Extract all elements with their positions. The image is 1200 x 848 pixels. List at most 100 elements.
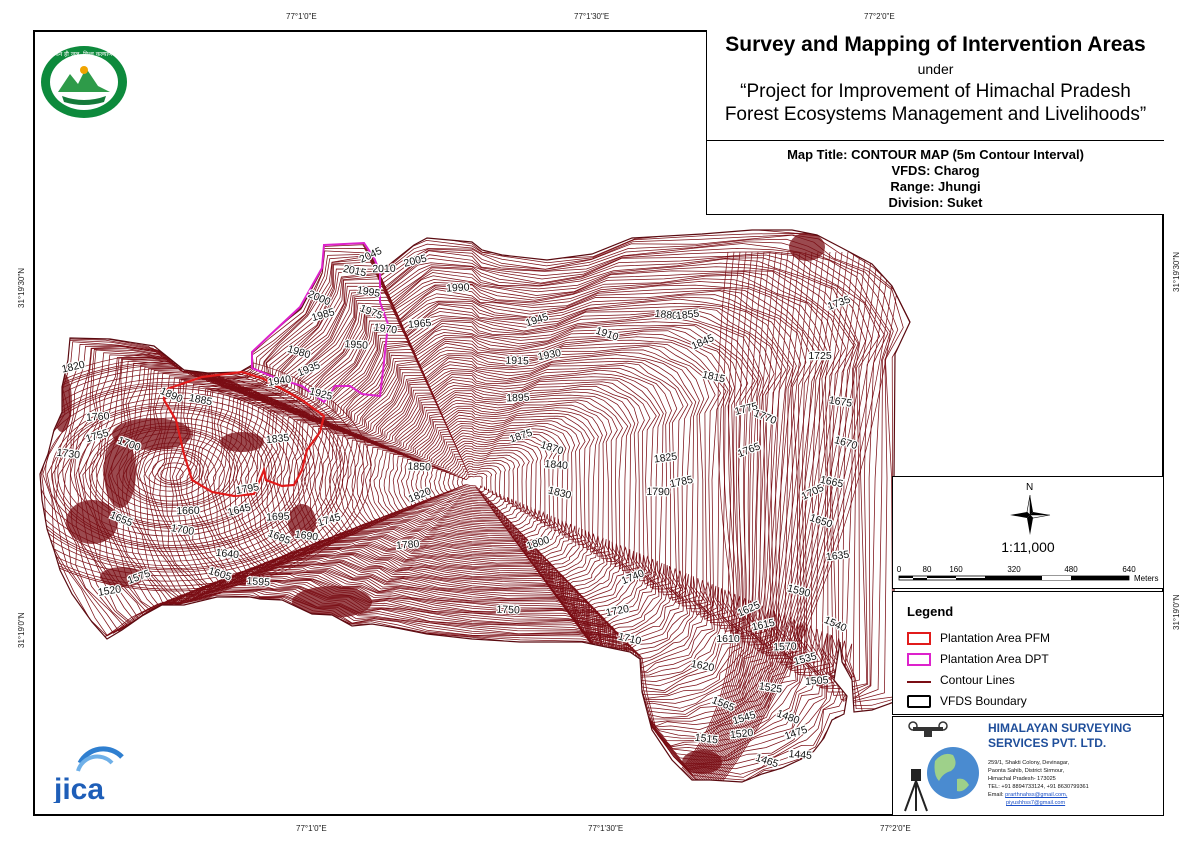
scale-tick-640: 640 [1122,565,1136,574]
coord-right-1: 31°19'30"N [1172,251,1181,292]
contour-label: 1770 [752,407,778,427]
contour-label: 1520 [97,583,122,599]
contour-label: 1610 [716,633,740,645]
contour-label: 1915 [505,355,529,368]
contour-line [79,257,866,748]
coord-left-1: 31°19'30"N [17,267,26,308]
legend-item-pfm: Plantation Area PFM [907,630,1157,648]
email-link-2[interactable]: piyushhss7@gmail.com [1006,800,1065,806]
contour-label: 1850 [407,460,431,473]
contour-line [157,462,192,484]
contour-line [138,290,807,709]
scale-box: N 1:11,000 0 80 160 320 480 640 Meters [892,476,1164,589]
contour-label: 1640 [215,547,240,561]
contour-label: 1570 [773,641,797,654]
scale-tick-320: 320 [1007,565,1021,574]
email-line-2: piyushhss7@gmail.com [988,799,1089,807]
coord-left-2: 31°19'0"N [17,612,26,648]
coord-right-2: 31°19'0"N [1172,594,1181,630]
division-line: Division: Suket [888,195,983,210]
contour-line [129,448,209,497]
scale-tick-80: 80 [922,565,932,574]
steep-slope-patch [66,500,118,544]
contour-line [135,449,204,492]
legend-swatch-contours [907,681,931,683]
coord-bottom-1: 77°1'0"E [296,824,327,833]
coord-bottom-3: 77°2'0"E [880,824,911,833]
forest-logo-text: वन ही जल, विश्व कल्याण [56,50,114,58]
contour-line [109,274,832,727]
scale-bar [898,575,1130,581]
legend-item-contours: Contour Lines [907,672,1157,690]
map-title-line: Map Title: CONTOUR MAP (5m Contour Inter… [787,147,1084,162]
steep-slope-patch [292,586,372,618]
contour-label: 1965 [408,317,432,331]
contour-label: 1735 [826,293,852,312]
contour-label: 1595 [246,575,270,589]
contour-label: 1785 [669,474,694,491]
email-label: Email: [988,792,1004,798]
contour-label: 1830 [547,484,573,501]
jica-text: jica [53,773,104,803]
contour-label: 1875 [508,427,534,446]
contour-label: 1475 [783,724,809,743]
legend-swatch-vfds [907,695,931,708]
forest-department-logo: वन ही जल, विश्व कल्याण [41,46,127,118]
address-line-4: TEL: +91 8894733124, +91 8630799361 [988,784,1089,790]
contour-label: 1525 [758,680,783,696]
jica-logo: jica [53,746,124,803]
contour-label: 1750 [496,604,520,617]
address-line-1: 259/1, Shakti Colony, Devinagar, [988,760,1070,766]
north-arrow-icon [1010,494,1051,535]
contour-label: 1690 [294,528,319,543]
contour-label: 1895 [506,392,530,405]
contour-label: 1700 [170,522,195,538]
coord-bottom-2: 77°1'30"E [588,824,624,833]
project-name-line1: “Project for Improvement of Himachal Pra… [740,81,1131,102]
coord-top-1: 77°1'0"E [286,12,317,21]
contour-label: 1820 [61,359,87,376]
scale-unit: Meters [1134,574,1159,583]
steep-slope-patch [789,233,825,261]
contour-label: 1465 [754,752,780,771]
contour-label: 1620 [690,658,715,674]
coord-top-3: 77°2'0"E [864,12,895,21]
contour-label: 1445 [788,748,812,762]
contour-label: 1835 [265,432,290,446]
contour-label: 1990 [446,281,470,294]
email-link-1[interactable]: prarthnahss@gmail.com, [1005,792,1067,798]
contour-label: 1780 [396,538,420,552]
contour-label: 1675 [828,394,853,410]
title-header: Survey and Mapping of Intervention Areas… [707,30,1164,141]
coord-top-2: 77°1'30"E [574,12,610,21]
legend-item-dpt: Plantation Area DPT [907,651,1157,669]
contour-label: 1505 [805,674,829,688]
company-name-line2: SERVICES PVT. LTD. [988,736,1107,750]
legend-swatch-dpt [907,653,931,666]
contour-label: 1870 [539,439,565,458]
legend-label-contours: Contour Lines [940,673,1015,687]
contour-label: 1985 [310,306,336,324]
contour-label: 1635 [825,549,850,564]
legend-swatch-pfm [907,632,931,645]
scale-tick-0: 0 [896,565,902,574]
legend-item-vfds: VFDS Boundary [907,693,1157,711]
title-under: under [917,61,954,77]
legend-label-vfds: VFDS Boundary [940,694,1027,708]
contour-label: 2010 [372,263,396,275]
steep-slope-patch [682,750,722,774]
title-box: Survey and Mapping of Intervention Areas… [706,30,1164,215]
contour-label: 1730 [56,447,81,462]
range-line: Range: Jhungi [890,179,981,194]
steep-slope-patch [220,432,264,452]
legend-box: Legend Plantation Area PFM Plantation Ar… [892,591,1164,715]
contour-label: 1940 [267,373,292,389]
contour-label: 1825 [653,450,678,465]
contour-label: 1720 [605,603,630,619]
contour-label: 1660 [176,505,200,517]
contour-label: 1590 [786,582,812,600]
company-name-line1: HIMALAYAN SURVEYING [988,721,1132,735]
scale-tick-480: 480 [1064,565,1078,574]
map-details: Map Title: CONTOUR MAP (5m Contour Inter… [707,147,1164,211]
map-main-title: Survey and Mapping of Intervention Areas [725,33,1146,56]
